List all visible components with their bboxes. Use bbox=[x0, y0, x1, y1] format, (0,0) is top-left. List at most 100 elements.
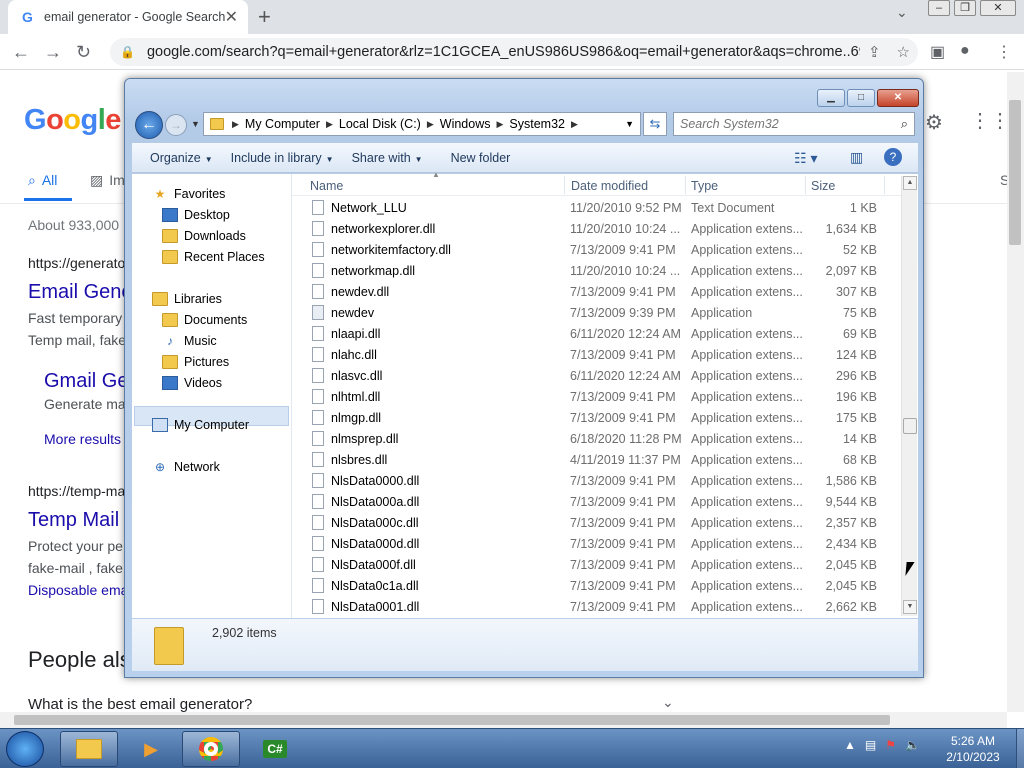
breadcrumb-separator-icon[interactable]: ▶ bbox=[496, 119, 503, 130]
file-row[interactable]: NlsData000f.dll 7/13/2009 9:41 PM Applicat… bbox=[292, 555, 904, 576]
apps-grid-icon[interactable]: ⋮⋮ bbox=[970, 108, 1010, 133]
chevron-down-icon[interactable]: ⌄ bbox=[896, 4, 908, 21]
file-row[interactable]: NlsData0c1a.dll 7/13/2009 9:41 PM Applicat… bbox=[292, 576, 904, 597]
breadcrumb-local-disk[interactable]: Local Disk (C:) bbox=[339, 117, 421, 131]
breadcrumb-separator-icon[interactable]: ▶ bbox=[326, 119, 333, 130]
share-icon[interactable]: ⇪ bbox=[868, 43, 881, 61]
nav-desktop[interactable]: Desktop bbox=[162, 208, 230, 222]
file-row[interactable]: NlsData0000.dll 7/13/2009 9:41 PM Applicat… bbox=[292, 471, 904, 492]
start-button[interactable] bbox=[6, 731, 44, 767]
back-arrow-icon[interactable]: ← bbox=[135, 111, 163, 139]
file-row[interactable]: Network_LLU 11/20/2010 9:52 PM Text Docume… bbox=[292, 198, 904, 219]
refresh-icon[interactable]: ⇆ bbox=[643, 112, 667, 136]
view-options-icon[interactable]: ☷ ▾ bbox=[794, 150, 817, 167]
file-row[interactable]: newdev.dll 7/13/2009 9:41 PM Application e… bbox=[292, 282, 904, 303]
file-row[interactable]: newdev 7/13/2009 9:39 PM Application 75 KB bbox=[292, 303, 904, 324]
organize-button[interactable]: Organize ▼ bbox=[150, 151, 213, 165]
column-date-modified[interactable]: Date modified bbox=[571, 179, 648, 193]
breadcrumb-separator-icon[interactable]: ▶ bbox=[571, 119, 578, 130]
nav-pictures[interactable]: Pictures bbox=[162, 355, 229, 369]
file-row[interactable]: NlsData0001.dll 7/13/2009 9:41 PM Applicat… bbox=[292, 597, 904, 618]
file-row[interactable]: nlsbres.dll 4/11/2019 11:37 PM Application… bbox=[292, 450, 904, 471]
nav-recent-places[interactable]: Recent Places bbox=[162, 250, 265, 264]
action-center-flag-icon[interactable]: ⚑ bbox=[885, 738, 896, 752]
side-panel-icon[interactable]: ▣ bbox=[930, 42, 945, 62]
breadcrumb-system32[interactable]: System32 bbox=[509, 117, 565, 131]
nav-libraries[interactable]: Libraries bbox=[152, 292, 222, 306]
minimize-window-button[interactable]: – bbox=[928, 0, 950, 16]
page-scrollbar-thumb[interactable] bbox=[1009, 100, 1021, 245]
column-name[interactable]: Name bbox=[310, 179, 343, 193]
breadcrumb-windows[interactable]: Windows bbox=[440, 117, 491, 131]
more-results-link[interactable]: More results bbox=[44, 431, 121, 447]
close-window-button[interactable]: ✕ bbox=[980, 0, 1016, 16]
share-with-button[interactable]: Share with ▼ bbox=[352, 151, 423, 165]
result-sitelink[interactable]: Disposable ema bbox=[28, 582, 128, 598]
settings-gear-icon[interactable]: ⚙ bbox=[925, 110, 943, 135]
nav-network[interactable]: ⊕ Network bbox=[152, 460, 220, 474]
explorer-window[interactable]: ▁ □ ✕ ← → ▼ ▶ My Computer ▶ Local Disk (… bbox=[124, 78, 924, 678]
column-size[interactable]: Size bbox=[811, 179, 835, 193]
breadcrumb-separator-icon[interactable]: ▶ bbox=[427, 119, 434, 130]
file-row[interactable]: nlmgp.dll 7/13/2009 9:41 PM Application ex… bbox=[292, 408, 904, 429]
show-desktop-button[interactable] bbox=[1016, 729, 1024, 768]
column-separator[interactable] bbox=[884, 176, 885, 194]
back-arrow-icon[interactable]: ← bbox=[12, 42, 30, 63]
chevron-down-icon[interactable]: ⌄ bbox=[662, 694, 674, 711]
include-in-library-button[interactable]: Include in library ▼ bbox=[231, 151, 334, 165]
file-row[interactable]: NlsData000d.dll 7/13/2009 9:41 PM Applicat… bbox=[292, 534, 904, 555]
file-row[interactable]: nlasvc.dll 6/11/2020 12:24 AM Application … bbox=[292, 366, 904, 387]
nav-videos[interactable]: Videos bbox=[162, 376, 222, 390]
result-title-link[interactable]: Temp Mail bbox=[28, 509, 119, 532]
reload-icon[interactable]: ↻ bbox=[76, 42, 91, 63]
column-type[interactable]: Type bbox=[691, 179, 718, 193]
minimize-button[interactable]: ▁ bbox=[817, 89, 845, 107]
taskbar-chrome-button[interactable] bbox=[182, 731, 240, 767]
address-dropdown-icon[interactable]: ▼ bbox=[625, 119, 634, 129]
file-row[interactable]: nlmsprep.dll 6/18/2020 11:28 PM Applicatio… bbox=[292, 429, 904, 450]
search-input[interactable] bbox=[674, 117, 901, 131]
sitelink-title-link[interactable]: Gmail Ge bbox=[44, 370, 128, 393]
taskbar-csharp-button[interactable]: C# bbox=[246, 731, 304, 767]
nav-documents[interactable]: Documents bbox=[162, 313, 247, 327]
breadcrumb-separator-icon[interactable]: ▶ bbox=[232, 119, 239, 130]
close-button[interactable]: ✕ bbox=[877, 89, 919, 107]
close-tab-icon[interactable]: ✕ bbox=[225, 7, 238, 27]
profile-avatar-icon[interactable]: ● bbox=[960, 42, 970, 60]
column-separator[interactable] bbox=[564, 176, 565, 194]
question-item[interactable]: What is the best email generator? bbox=[28, 696, 252, 713]
file-row[interactable]: networkexplorer.dll 11/20/2010 10:24 ... A… bbox=[292, 219, 904, 240]
tab-images[interactable]: ▨ Im bbox=[90, 172, 125, 189]
new-folder-button[interactable]: New folder bbox=[451, 151, 511, 165]
result-title-link[interactable]: Email Gene bbox=[28, 281, 133, 304]
new-tab-icon[interactable]: + bbox=[258, 4, 271, 30]
breadcrumb-my-computer[interactable]: My Computer bbox=[245, 117, 320, 131]
help-icon[interactable]: ? bbox=[884, 148, 902, 166]
volume-icon[interactable]: 🔈 bbox=[905, 738, 920, 752]
file-list[interactable]: Name ▲ Date modified Type Size Network_L… bbox=[292, 170, 918, 618]
scroll-up-icon[interactable]: ▲ bbox=[903, 176, 917, 190]
file-row[interactable]: NlsData000c.dll 7/13/2009 9:41 PM Applicat… bbox=[292, 513, 904, 534]
page-scrollbar-h-thumb[interactable] bbox=[14, 715, 890, 725]
scroll-down-icon[interactable]: ▼ bbox=[903, 600, 917, 614]
network-tray-icon[interactable]: ▤ bbox=[865, 738, 876, 752]
address-bar[interactable]: 🔒 google.com/search?q=email+generator&rl… bbox=[110, 38, 918, 66]
explorer-search-box[interactable]: ⌕ bbox=[673, 112, 915, 136]
nav-my-computer[interactable]: My Computer bbox=[152, 418, 249, 432]
file-list-scrollbar[interactable]: ▲ ▼ bbox=[901, 176, 917, 616]
scroll-thumb[interactable] bbox=[903, 418, 917, 434]
taskbar-explorer-button[interactable] bbox=[60, 731, 118, 767]
maximize-button[interactable]: □ bbox=[847, 89, 875, 107]
bookmark-star-icon[interactable]: ☆ bbox=[897, 43, 910, 61]
browser-tab[interactable]: G email generator - Google Search ✕ bbox=[8, 0, 248, 34]
nav-downloads[interactable]: Downloads bbox=[162, 229, 246, 243]
file-row[interactable]: nlaapi.dll 6/11/2020 12:24 AM Application … bbox=[292, 324, 904, 345]
clock[interactable]: 5:26 AM 2/10/2023 bbox=[930, 733, 1016, 765]
forward-arrow-icon[interactable]: → bbox=[165, 114, 187, 136]
column-separator[interactable] bbox=[805, 176, 806, 194]
nav-favorites[interactable]: ★ Favorites bbox=[152, 187, 226, 201]
recent-pages-dropdown-icon[interactable]: ▼ bbox=[191, 119, 200, 129]
column-separator[interactable] bbox=[685, 176, 686, 194]
file-row[interactable]: networkmap.dll 11/20/2010 10:24 ... Applic… bbox=[292, 261, 904, 282]
restore-window-button[interactable]: ❐ bbox=[954, 0, 976, 16]
